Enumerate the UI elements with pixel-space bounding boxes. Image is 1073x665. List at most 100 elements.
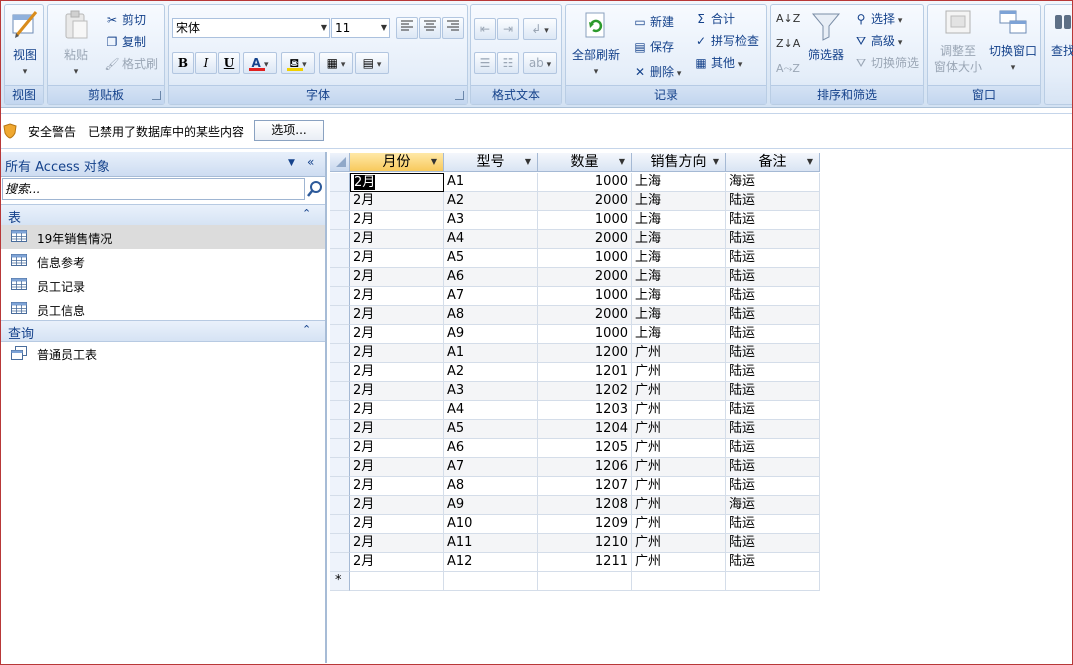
table-cell[interactable]: 2000 [538,230,632,249]
nav-item-table[interactable]: 员工信息 [1,297,325,321]
table-cell[interactable]: A5 [444,249,538,268]
record-selector[interactable] [330,344,350,363]
table-cell[interactable]: 2月 [350,534,444,553]
column-header[interactable]: 备注 ▼ [726,153,820,172]
format-painter-button[interactable]: 🖌 格式刷 [104,55,158,72]
sort-ascending-button[interactable]: A↓Z [776,12,800,25]
table-cell[interactable]: 2月 [350,439,444,458]
record-selector[interactable] [330,306,350,325]
table-cell[interactable]: A4 [444,230,538,249]
record-selector[interactable] [330,496,350,515]
table-cell[interactable]: 海运 [726,496,820,515]
table-cell[interactable]: 陆运 [726,249,820,268]
search-button[interactable] [305,178,325,200]
chevron-down-icon[interactable]: ▼ [431,153,437,171]
table-cell[interactable]: 1000 [538,211,632,230]
table-cell[interactable] [444,572,538,591]
cut-button[interactable]: ✂ 剪切 [104,11,146,28]
table-cell[interactable]: 广州 [632,553,726,572]
column-header[interactable]: 月份 ▼ [350,153,444,172]
filter-button[interactable]: 筛选器 [803,11,849,63]
table-cell[interactable]: A12 [444,553,538,572]
table-cell[interactable]: 1205 [538,439,632,458]
table-cell[interactable]: 2月 [350,287,444,306]
table-cell[interactable]: 陆运 [726,553,820,572]
table-cell[interactable]: A6 [444,439,538,458]
table-cell[interactable]: 2月 [350,553,444,572]
table-cell[interactable]: 2月 [350,382,444,401]
table-cell[interactable]: 陆运 [726,325,820,344]
nav-item-table[interactable]: 员工记录 [1,273,325,297]
table-cell[interactable] [538,572,632,591]
record-selector[interactable] [330,477,350,496]
select-all-button[interactable] [330,153,350,172]
chevron-down-icon[interactable]: ▼ [619,153,625,171]
table-cell[interactable]: 2月 [350,230,444,249]
record-selector[interactable] [330,439,350,458]
record-selector[interactable] [330,268,350,287]
table-cell[interactable] [726,572,820,591]
table-cell[interactable]: A8 [444,306,538,325]
table-cell[interactable]: 1202 [538,382,632,401]
record-selector[interactable] [330,420,350,439]
table-cell[interactable]: 2000 [538,306,632,325]
align-right-button[interactable] [442,17,464,39]
table-cell[interactable]: A6 [444,268,538,287]
table-cell[interactable]: 2月 [350,401,444,420]
table-cell[interactable]: 1211 [538,553,632,572]
table-cell[interactable]: 广州 [632,515,726,534]
highlight-button[interactable]: ab ▾ [523,52,557,74]
column-header[interactable]: 型号 ▼ [444,153,538,172]
table-cell[interactable]: 陆运 [726,268,820,287]
table-cell[interactable]: A4 [444,401,538,420]
font-launcher-icon[interactable] [455,91,464,100]
table-cell[interactable]: 陆运 [726,458,820,477]
table-cell[interactable]: 2000 [538,268,632,287]
table-cell[interactable]: 广州 [632,496,726,515]
record-selector[interactable] [330,249,350,268]
table-cell[interactable]: 1206 [538,458,632,477]
table-cell[interactable]: 陆运 [726,192,820,211]
table-cell[interactable]: 1201 [538,363,632,382]
table-cell[interactable]: A8 [444,477,538,496]
table-cell[interactable]: 2000 [538,192,632,211]
selection-button[interactable]: ⚲ 选择 ▾ [853,10,903,27]
table-cell[interactable]: 陆运 [726,439,820,458]
table-cell[interactable] [632,572,726,591]
decrease-indent-button[interactable]: ⇤ [474,18,496,40]
table-cell[interactable]: 上海 [632,287,726,306]
nav-section-header[interactable]: 查询 ⌃ [1,320,325,342]
table-cell[interactable]: 陆运 [726,287,820,306]
record-selector[interactable] [330,534,350,553]
new-record-selector[interactable]: * [330,572,350,591]
table-cell[interactable]: 上海 [632,249,726,268]
chevron-down-icon[interactable]: ▼ [288,158,295,168]
nav-search-input[interactable]: 搜索... [2,178,305,200]
nav-pane-header[interactable]: 所有 Access 对象 ▼ « [1,152,325,177]
table-cell[interactable]: 2月 [350,420,444,439]
record-selector[interactable] [330,515,350,534]
refresh-all-button[interactable]: 全部刷新 ▾ [568,11,624,77]
table-cell[interactable]: A5 [444,420,538,439]
table-cell[interactable]: 上海 [632,325,726,344]
table-cell[interactable]: A7 [444,287,538,306]
nav-section-header[interactable]: 表 ⌃ [1,204,325,226]
table-cell[interactable]: 陆运 [726,477,820,496]
table-cell[interactable]: A9 [444,325,538,344]
table-cell[interactable]: 广州 [632,439,726,458]
copy-button[interactable]: ❐ 复制 [104,33,146,50]
sort-descending-button[interactable]: Z↓A [776,37,800,50]
record-selector[interactable] [330,553,350,572]
table-cell[interactable]: 2月 [350,173,444,192]
ltr-button[interactable]: ↲ ▾ [523,18,557,40]
table-cell[interactable]: 1200 [538,344,632,363]
font-name-select[interactable]: 宋体 ▼ [172,18,330,38]
chevron-down-icon[interactable]: ▼ [807,153,813,171]
table-cell[interactable]: 2月 [350,515,444,534]
table-cell[interactable]: 上海 [632,173,726,192]
table-cell[interactable] [350,572,444,591]
options-button[interactable]: 选项... [254,120,324,141]
nav-item-query[interactable]: 普通员工表 [1,341,325,365]
toggle-filter-button[interactable]: ⛛ 切换筛选 [853,54,919,71]
table-cell[interactable]: 上海 [632,268,726,287]
